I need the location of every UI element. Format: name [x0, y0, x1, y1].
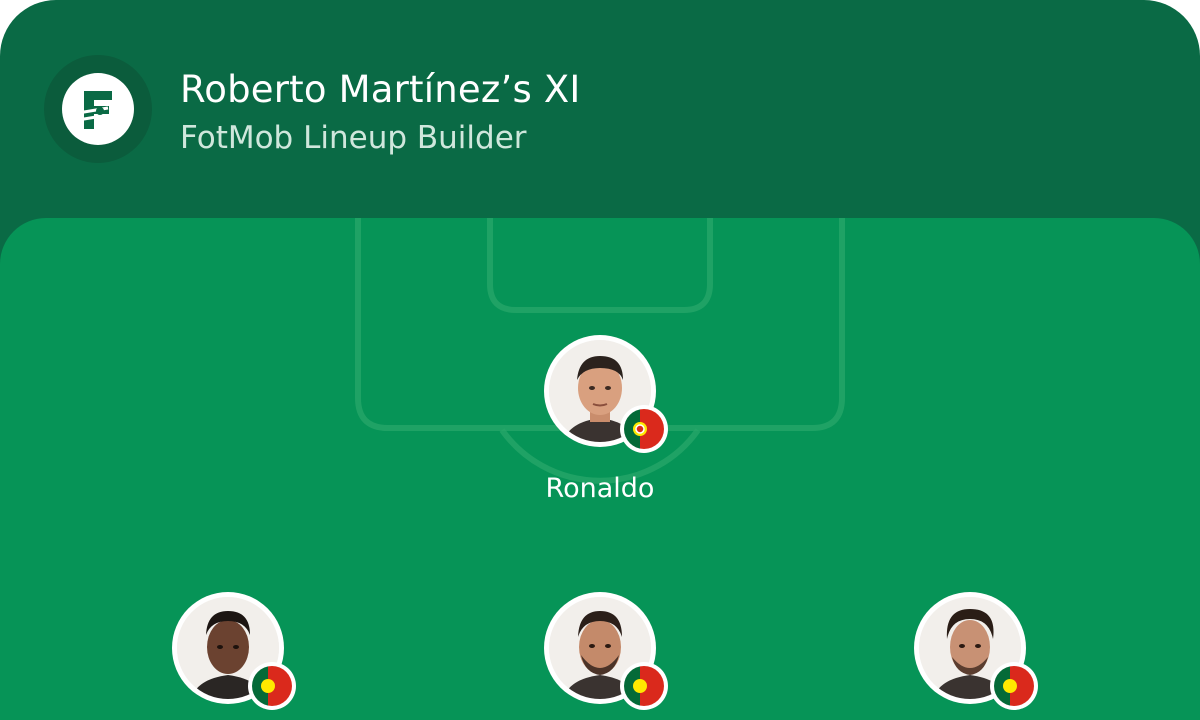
player-card[interactable] — [148, 592, 308, 720]
portugal-flag-icon — [990, 662, 1038, 710]
portugal-flag-icon — [620, 405, 668, 453]
portugal-flag-icon — [620, 662, 668, 710]
player-avatar[interactable] — [172, 592, 296, 710]
fotmob-logo-icon — [62, 73, 134, 145]
header: Roberto Martínez’s XI FotMob Lineup Buil… — [0, 0, 1200, 220]
player-card[interactable] — [520, 592, 680, 720]
player-avatar[interactable] — [544, 335, 668, 453]
page-subtitle: FotMob Lineup Builder — [180, 120, 527, 156]
page-title: Roberto Martínez’s XI — [180, 68, 581, 111]
player-avatar[interactable] — [544, 592, 668, 710]
player-card[interactable] — [890, 592, 1050, 720]
player-card[interactable]: Ronaldo — [520, 335, 680, 504]
portugal-flag-icon — [248, 662, 296, 710]
player-avatar[interactable] — [914, 592, 1038, 710]
lineup-card: Roberto Martínez’s XI FotMob Lineup Buil… — [0, 0, 1200, 720]
player-name: Ronaldo — [545, 473, 655, 504]
